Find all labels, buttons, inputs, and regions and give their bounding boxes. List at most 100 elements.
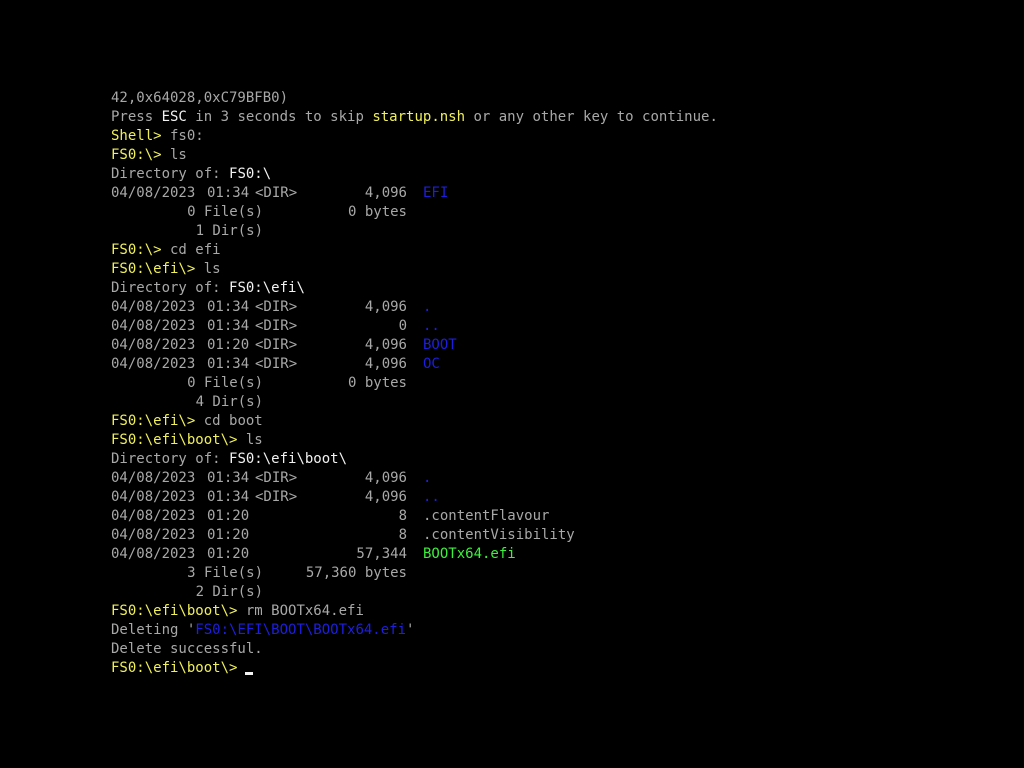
shell-prompt: FS0:\efi\boot\>	[111, 432, 238, 448]
entry-name: .	[423, 299, 432, 315]
shell-prompt: Shell>	[111, 128, 162, 144]
entry-time: 01:34	[207, 470, 250, 486]
command-line: FS0:\efi\boot\> ls	[111, 431, 991, 450]
listing-row: 04/08/2023 01:20 <DIR> 4,096 BOOT	[111, 336, 991, 355]
dir-summary: 2 Dir(s)	[195, 584, 263, 600]
entry-type: <DIR>	[255, 470, 298, 486]
entry-name: .contentFlavour	[423, 508, 550, 524]
entry-size: 8	[398, 508, 407, 524]
entry-date: 04/08/2023	[111, 489, 196, 505]
file-summary: 3 File(s) 57,360 bytes	[187, 565, 407, 581]
deleted-file-path: FS0:\EFI\BOOT\BOOTx64.efi	[195, 622, 407, 638]
entry-type: <DIR>	[255, 318, 298, 334]
entry-type: <DIR>	[255, 299, 298, 315]
entry-type: <DIR>	[255, 185, 298, 201]
esc-key-text: ESC	[161, 109, 187, 125]
entry-date: 04/08/2023	[111, 546, 196, 562]
shell-prompt: FS0:\efi\boot\>	[111, 603, 238, 619]
entry-size: 4,096	[364, 337, 407, 353]
entry-size: 0	[398, 318, 407, 334]
entry-name: ..	[423, 489, 440, 505]
listing-row: 04/08/2023 01:20 57,344 BOOTx64.efi	[111, 545, 991, 564]
directory-path: FS0:\efi\boot\	[229, 451, 348, 467]
boot-address-line: 42,0x64028,0xC79BFB0)	[111, 90, 289, 106]
command-line: FS0:\> cd efi	[111, 241, 991, 260]
command-line: FS0:\efi\> ls	[111, 260, 991, 279]
entry-date: 04/08/2023	[111, 470, 196, 486]
directory-header: Directory of: FS0:\	[111, 166, 272, 182]
entry-time: 01:20	[207, 337, 250, 353]
directory-listing: 04/08/2023 01:34 <DIR> 4,096 EFI	[111, 184, 991, 203]
command-text: ls	[237, 432, 263, 448]
entry-size: 57,344	[356, 546, 407, 562]
command-line: FS0:\efi\boot\> rm BOOTx64.efi	[111, 602, 991, 621]
directory-header: Directory of: FS0:\efi\	[111, 280, 305, 296]
entry-date: 04/08/2023	[111, 508, 196, 524]
listing-row: 04/08/2023 01:20 8 .contentFlavour	[111, 507, 991, 526]
entry-date: 04/08/2023	[111, 356, 196, 372]
efi-shell-screen: 42,0x64028,0xC79BFB0) Press ESC in 3 sec…	[0, 0, 1024, 768]
entry-date: 04/08/2023	[111, 337, 196, 353]
text-cursor[interactable]	[245, 672, 254, 675]
directory-path: FS0:\efi\	[229, 280, 305, 296]
directory-listing: 04/08/2023 01:34 <DIR> 4,096. 04/08/2023 01:3…	[111, 298, 991, 374]
command-text: ls	[195, 261, 221, 277]
shell-prompt: FS0:\efi\>	[111, 261, 196, 277]
startup-nsh-text: startup.nsh	[372, 109, 466, 125]
entry-type: <DIR>	[255, 337, 298, 353]
command-text: ls	[161, 147, 187, 163]
listing-row: 04/08/2023 01:34 <DIR> 4,096 EFI	[111, 184, 991, 203]
entry-date: 04/08/2023	[111, 185, 196, 201]
listing-row: 04/08/2023 01:34 <DIR> 0..	[111, 317, 991, 336]
listing-row: 04/08/2023 01:34 <DIR> 4,096..	[111, 488, 991, 507]
listing-row: 04/08/2023 01:20 8 .contentVisibility	[111, 526, 991, 545]
listing-row: 04/08/2023 01:34 <DIR> 4,096 OC	[111, 355, 991, 374]
entry-name: ..	[423, 318, 440, 334]
file-summary: 0 File(s) 0 bytes	[187, 375, 407, 391]
entry-time: 01:34	[207, 489, 250, 505]
dir-summary: 4 Dir(s)	[195, 394, 263, 410]
listing-row: 04/08/2023 01:34 <DIR> 4,096.	[111, 469, 991, 488]
shell-console[interactable]: 42,0x64028,0xC79BFB0) Press ESC in 3 sec…	[111, 89, 991, 678]
delete-message: Deleting 'FS0:\EFI\BOOT\BOOTx64.efi'	[111, 622, 415, 638]
command-text: cd efi	[161, 242, 221, 258]
directory-listing: 04/08/2023 01:34 <DIR> 4,096. 04/08/2023 01:3…	[111, 469, 991, 564]
entry-type: <DIR>	[255, 356, 298, 372]
entry-type: <DIR>	[255, 489, 298, 505]
entry-time: 01:34	[207, 299, 250, 315]
entry-date: 04/08/2023	[111, 299, 196, 315]
shell-prompt: FS0:\efi\>	[111, 413, 196, 429]
entry-time: 01:20	[207, 546, 250, 562]
entry-name: EFI	[423, 185, 449, 201]
command-line: Shell> fs0:	[111, 127, 991, 146]
entry-size: 4,096	[364, 470, 407, 486]
entry-size: 4,096	[364, 356, 407, 372]
entry-name: OC	[423, 356, 440, 372]
command-text: fs0:	[161, 128, 204, 144]
entry-name: .	[423, 470, 432, 486]
entry-size: 8	[398, 527, 407, 543]
entry-size: 4,096	[364, 299, 407, 315]
entry-time: 01:34	[207, 318, 250, 334]
directory-header: Directory of: FS0:\efi\boot\	[111, 451, 348, 467]
entry-time: 01:20	[207, 508, 250, 524]
listing-row: 04/08/2023 01:34 <DIR> 4,096.	[111, 298, 991, 317]
shell-prompt: FS0:\efi\boot\>	[111, 660, 238, 676]
entry-name: BOOTx64.efi	[423, 546, 516, 562]
command-text: cd boot	[195, 413, 263, 429]
command-line: FS0:\efi\> cd boot	[111, 412, 991, 431]
entry-time: 01:20	[207, 527, 250, 543]
entry-time: 01:34	[207, 185, 250, 201]
entry-size: 4,096	[364, 489, 407, 505]
delete-result: Delete successful.	[111, 641, 263, 657]
entry-date: 04/08/2023	[111, 527, 196, 543]
shell-prompt: FS0:\>	[111, 147, 162, 163]
file-summary: 0 File(s) 0 bytes	[187, 204, 407, 220]
entry-time: 01:34	[207, 356, 250, 372]
shell-prompt: FS0:\>	[111, 242, 162, 258]
active-command-line[interactable]: FS0:\efi\boot\>	[111, 659, 991, 678]
directory-path: FS0:\	[229, 166, 272, 182]
entry-name: BOOT	[423, 337, 457, 353]
startup-countdown-line: Press ESC in 3 seconds to skip startup.n…	[111, 109, 718, 125]
entry-name: .contentVisibility	[423, 527, 575, 543]
